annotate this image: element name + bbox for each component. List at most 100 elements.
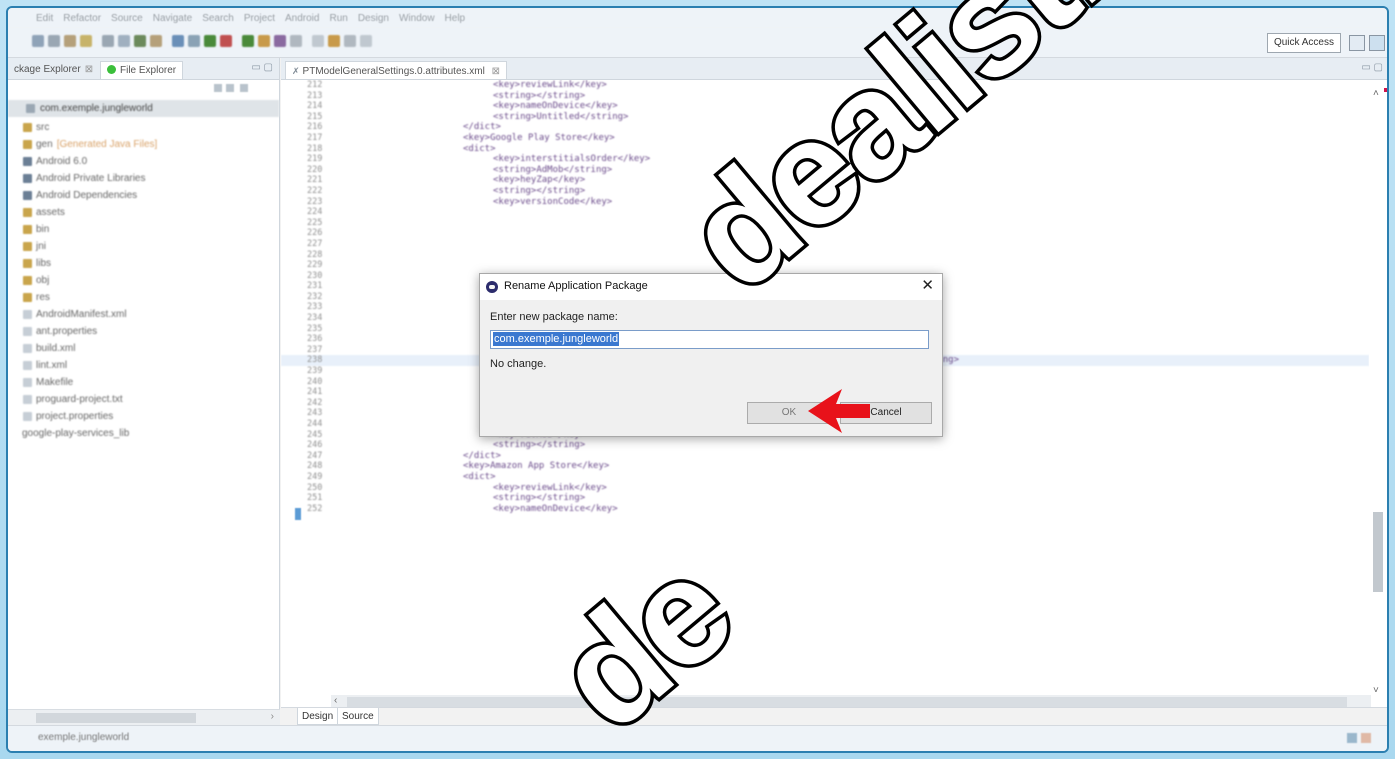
vertical-scroll-thumb[interactable] (1373, 512, 1383, 592)
tree-item[interactable]: Makefile (8, 374, 279, 391)
toolbar-button-icon[interactable] (360, 35, 372, 47)
library-icon (23, 157, 32, 166)
toolbar-button-icon[interactable] (290, 35, 302, 47)
toolbar-button-icon[interactable] (150, 35, 162, 47)
tree-item-label: bin (36, 224, 50, 235)
tab-source[interactable]: Source (337, 708, 379, 725)
tree-item[interactable]: src (8, 119, 279, 136)
tree-item[interactable]: gen [Generated Java Files] (8, 136, 279, 153)
tree-item[interactable]: lint.xml (8, 357, 279, 374)
toolbar-button-icon[interactable] (172, 35, 184, 47)
editor-horizontal-thumb[interactable] (347, 697, 1347, 707)
menu-item[interactable]: Project (244, 13, 275, 24)
horizontal-scrollbar[interactable]: › (8, 709, 280, 725)
tree-item[interactable]: obj (8, 272, 279, 289)
toolbar-button-icon[interactable] (48, 35, 60, 47)
tree-item[interactable]: bin (8, 221, 279, 238)
file-icon (23, 327, 32, 336)
progress-icon[interactable] (1347, 733, 1357, 743)
toolbar-button-icon[interactable] (134, 35, 146, 47)
toolbar-button-icon[interactable] (80, 35, 92, 47)
scroll-up-icon[interactable]: ˄ (1373, 88, 1379, 99)
tree-item[interactable]: ant.properties (8, 323, 279, 340)
java-perspective-icon[interactable] (1369, 35, 1385, 51)
menu-bar: Edit Refactor Source Navigate Search Project A… (8, 8, 1387, 28)
scroll-down-icon[interactable]: ˅ (1373, 685, 1379, 696)
view-menu-icon[interactable] (240, 84, 248, 92)
tree-item[interactable]: Android Dependencies (8, 187, 279, 204)
tab-file-explorer[interactable]: File Explorer (100, 61, 184, 79)
code-text: <string>Untitled</string> (493, 111, 629, 122)
line-number: 216 (307, 122, 323, 133)
tree-item-label: libs (36, 258, 52, 269)
tree-item[interactable]: project.properties (8, 408, 279, 425)
menu-item[interactable]: Search (202, 13, 234, 24)
tree-item[interactable]: build.xml (8, 340, 279, 357)
tree-item-label: src (36, 122, 50, 133)
toolbar-button-icon[interactable] (328, 35, 340, 47)
menu-item[interactable]: Design (358, 13, 389, 24)
toolbar-button-icon[interactable] (118, 35, 130, 47)
menu-item[interactable]: Refactor (63, 13, 101, 24)
tree-item[interactable]: res (8, 289, 279, 306)
folder-icon (23, 242, 32, 251)
code-line: 247 </dict> (281, 451, 1369, 462)
close-icon[interactable]: ⊠ (85, 64, 93, 75)
toolbar-button-icon[interactable] (258, 35, 270, 47)
vertical-scrollbar[interactable]: ˄ ˅ (1371, 80, 1385, 700)
code-line: 226 (281, 228, 1369, 239)
menu-item[interactable]: Navigate (153, 13, 192, 24)
tree-item[interactable]: jni (8, 238, 279, 255)
tree-item[interactable]: Android Private Libraries (8, 170, 279, 187)
close-icon[interactable]: ⊠ (492, 66, 500, 77)
tab-package-explorer[interactable]: ckage Explorer ⊠ (8, 61, 99, 79)
dialog-message: No change. (490, 358, 547, 370)
menu-item[interactable]: Edit (36, 13, 53, 24)
collapse-all-icon[interactable] (214, 84, 222, 92)
toolbar-button-icon[interactable] (220, 35, 232, 47)
link-editor-icon[interactable] (226, 84, 234, 92)
minimize-maximize-icon[interactable]: ▭ ▢ (251, 62, 273, 73)
menu-item[interactable]: Run (329, 13, 347, 24)
line-number: 214 (307, 101, 323, 112)
code-line: 215 <string>Untitled</string> (281, 112, 1369, 123)
scroll-thumb[interactable] (36, 713, 196, 723)
toolbar-button-icon[interactable] (274, 35, 286, 47)
tab-design[interactable]: Design (297, 708, 339, 725)
code-text: <key>reviewLink</key> (493, 80, 607, 90)
toolbar-button-icon[interactable] (242, 35, 254, 47)
tree-item-label: jni (36, 241, 47, 252)
tab-attributes-xml[interactable]: ✗ PTModelGeneralSettings.0.attributes.xml… (285, 61, 508, 79)
toolbar-button-icon[interactable] (312, 35, 324, 47)
menu-item[interactable]: Window (399, 13, 435, 24)
scroll-left-icon[interactable]: ‹ (334, 695, 337, 706)
scroll-right-icon[interactable]: › (271, 711, 274, 722)
menu-item[interactable]: Help (445, 13, 466, 24)
open-perspective-icon[interactable] (1349, 35, 1365, 51)
package-name-input[interactable]: com.exemple.jungleworld (490, 330, 929, 349)
toolbar-button-icon[interactable] (188, 35, 200, 47)
close-icon[interactable]: ✕ (921, 277, 934, 295)
line-number: 238 (307, 355, 323, 366)
menu-item[interactable]: Android (285, 13, 319, 24)
tree-item[interactable]: google-play-services_lib (8, 425, 279, 442)
quick-access-field[interactable]: Quick Access (1266, 33, 1341, 53)
editor-minimize-maximize-icon[interactable]: ▭ ▢ (1361, 62, 1383, 73)
notification-icon[interactable] (1361, 733, 1371, 743)
tree-item[interactable]: AndroidManifest.xml (8, 306, 279, 323)
tree-item[interactable]: assets (8, 204, 279, 221)
menu-item[interactable]: Source (111, 13, 143, 24)
toolbar-button-icon[interactable] (32, 35, 44, 47)
folder-icon (26, 104, 35, 113)
toolbar-button-icon[interactable] (64, 35, 76, 47)
toolbar-button-icon[interactable] (344, 35, 356, 47)
tree-item[interactable]: libs (8, 255, 279, 272)
toolbar-button-icon[interactable] (204, 35, 216, 47)
tree-item-label: Android Private Libraries (36, 173, 146, 184)
toolbar-button-icon[interactable] (102, 35, 114, 47)
tree-item[interactable]: proguard-project.txt (8, 391, 279, 408)
tree-item[interactable]: Android 6.0 (8, 153, 279, 170)
code-line: 248 <key>Amazon App Store</key> (281, 461, 1369, 472)
tree-item-decoration: [Generated Java Files] (56, 139, 158, 150)
tree-item[interactable]: com.exemple.jungleworld (8, 100, 279, 117)
